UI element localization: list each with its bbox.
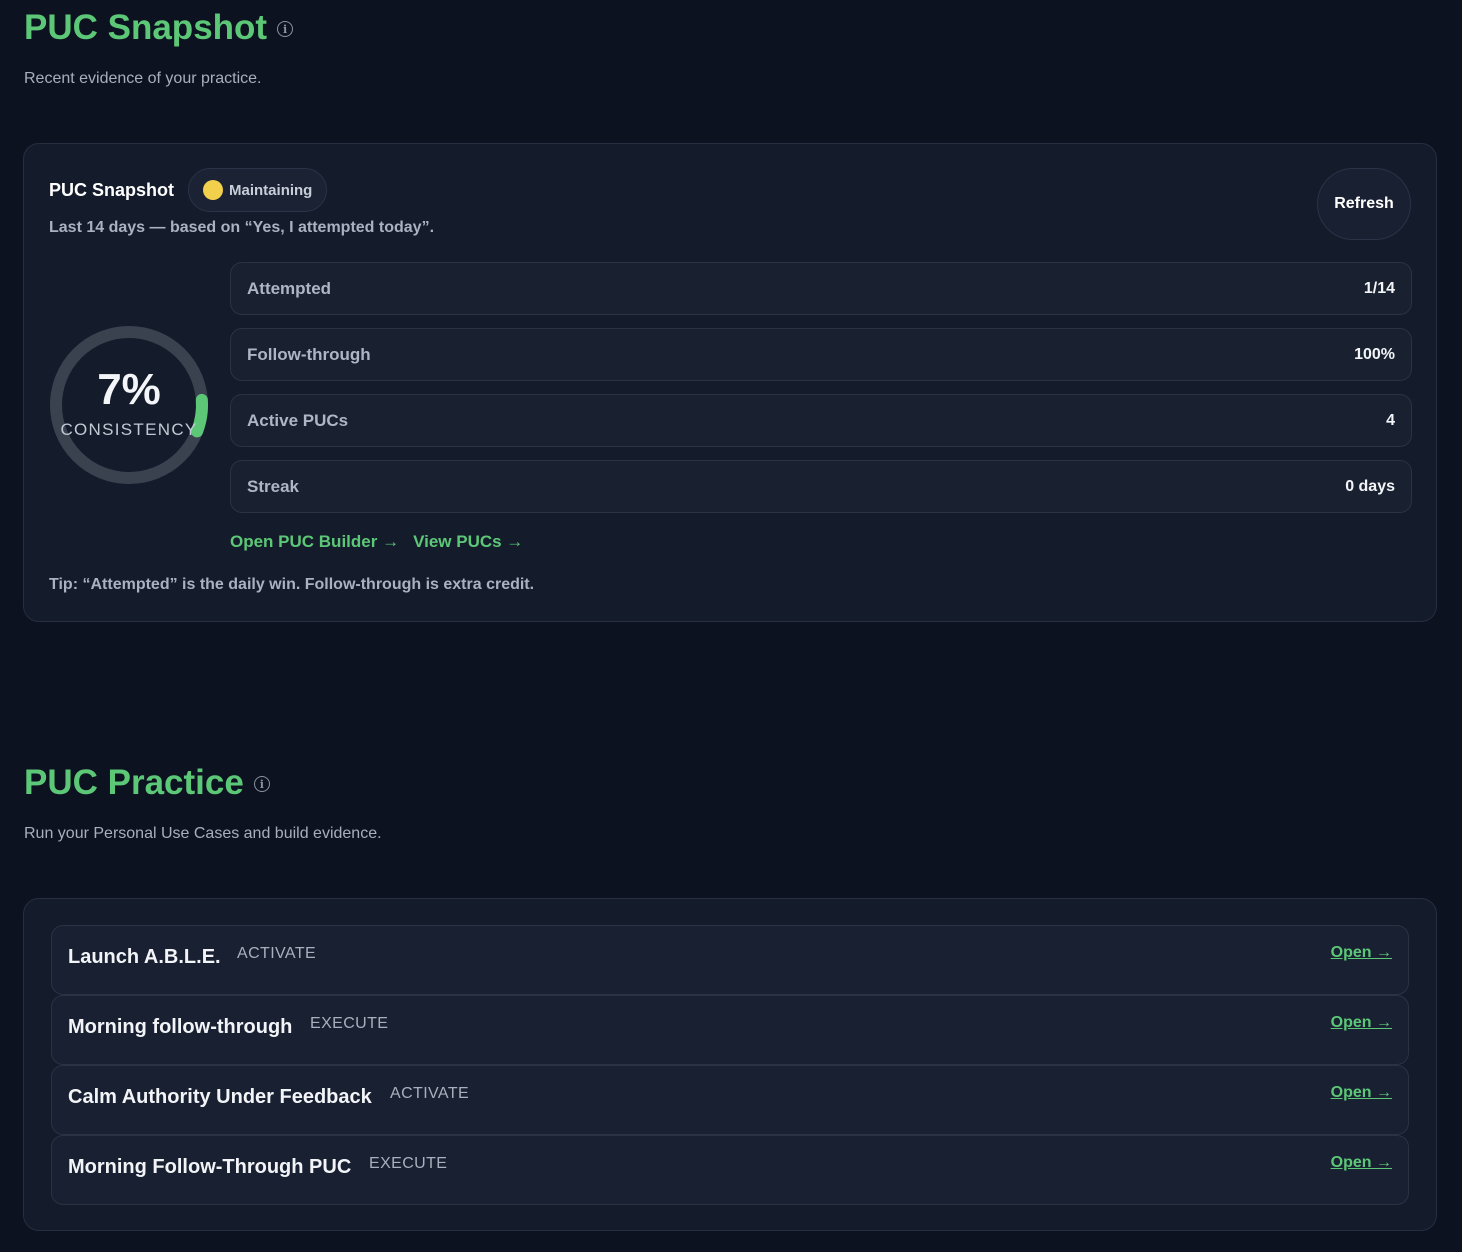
stat-row-streak: Streak 0 days [230,460,1412,513]
open-link[interactable]: Open → [1331,944,1392,962]
consistency-label: CONSISTENCY [60,420,198,439]
stat-value: 100% [1354,345,1395,363]
puc-name: Morning follow-through [68,1016,293,1038]
practice-section-title-row: PUC Practice i [24,763,382,803]
stat-value: 1/14 [1363,279,1395,297]
puc-name: Morning Follow-Through PUC [68,1156,352,1178]
snapshot-section-header: PUC Snapshot i Recent evidence of your p… [24,8,294,88]
refresh-button[interactable]: Refresh [1317,168,1411,240]
list-item[interactable]: Morning Follow-Through PUC EXECUTE Open … [51,1135,1409,1205]
list-item[interactable]: Morning follow-through EXECUTE Open → [51,995,1409,1065]
open-puc-builder-link[interactable]: Open PUC Builder → [230,532,399,552]
view-pucs-link[interactable]: View PUCs → [413,532,523,552]
status-badge: Maintaining [188,168,328,212]
info-icon[interactable]: i [253,776,270,792]
snapshot-links: Open PUC Builder → View PUCs → [230,532,523,552]
snapshot-tip: Tip: “Attempted” is the daily win. Follo… [49,576,535,593]
snapshot-section-title: PUC Snapshot [24,8,268,47]
puc-name: Calm Authority Under Feedback [68,1086,372,1108]
puc-type: ACTIVATE [390,1085,470,1102]
stat-value: 4 [1386,411,1395,429]
list-item[interactable]: Launch A.B.L.E. ACTIVATE Open → [51,925,1409,995]
puc-type: EXECUTE [369,1155,448,1172]
consistency-percent: 7% [97,365,161,414]
stat-row-attempted: Attempted 1/14 [230,262,1412,315]
puc-type: EXECUTE [310,1015,389,1032]
stat-label: Follow-through [247,344,371,364]
snapshot-card: PUC Snapshot Maintaining Last 14 days — … [23,143,1437,622]
snapshot-section-title-row: PUC Snapshot i [24,8,294,48]
info-icon[interactable]: i [277,21,294,37]
stat-value: 0 days [1345,477,1395,495]
practice-section-title: PUC Practice [24,763,244,802]
practice-card: Launch A.B.L.E. ACTIVATE Open → Morning … [23,898,1437,1231]
status-label: Maintaining [229,181,313,199]
snapshot-card-title: PUC Snapshot [49,179,175,200]
open-link[interactable]: Open → [1331,1154,1392,1172]
stat-row-follow-through: Follow-through 100% [230,328,1412,381]
puc-name: Launch A.B.L.E. [68,946,221,968]
stat-label: Active PUCs [247,410,349,430]
stat-row-active-pucs: Active PUCs 4 [230,394,1412,447]
snapshot-section-subtitle: Recent evidence of your practice. [24,70,262,87]
snapshot-card-header: PUC Snapshot Maintaining [49,168,328,212]
consistency-ring: 7% CONSISTENCY [48,324,210,486]
stat-label: Streak [247,476,299,496]
snapshot-card-subtitle: Last 14 days — based on “Yes, I attempte… [49,219,435,236]
practice-section-subtitle: Run your Personal Use Cases and build ev… [24,825,382,842]
practice-section-header: PUC Practice i Run your Personal Use Cas… [24,763,382,843]
list-item[interactable]: Calm Authority Under Feedback ACTIVATE O… [51,1065,1409,1135]
stat-label: Attempted [247,278,332,298]
puc-type: ACTIVATE [237,945,317,962]
open-link[interactable]: Open → [1331,1014,1392,1032]
page: PUC Snapshot i Recent evidence of your p… [0,0,1462,1252]
status-dot-icon [203,180,224,200]
open-link[interactable]: Open → [1331,1084,1392,1102]
